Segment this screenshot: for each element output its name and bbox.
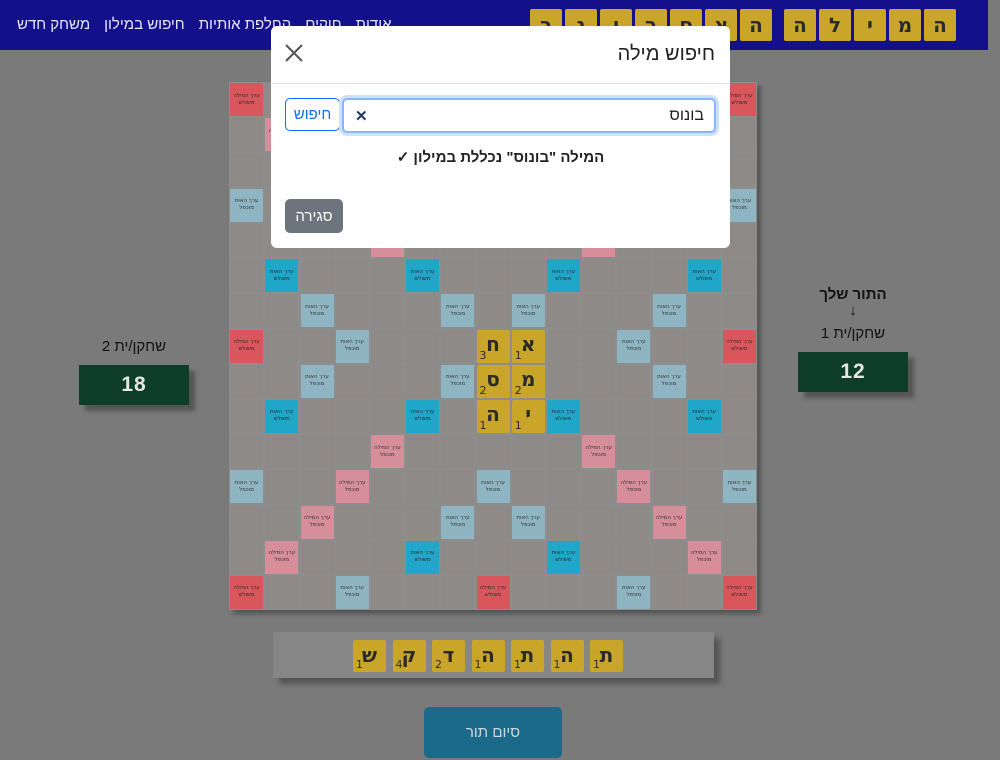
search-result: המילה "בונוס" נכללת במילון ✓ <box>396 149 605 166</box>
modal-header: חיפוש מילה <box>271 26 730 84</box>
modal-title: חיפוש מילה <box>617 43 715 65</box>
clear-input-icon[interactable]: ✕ <box>355 107 368 125</box>
close-icon[interactable] <box>283 42 305 64</box>
close-button[interactable]: סגירה <box>285 199 343 233</box>
search-button[interactable]: חיפוש <box>285 98 340 131</box>
word-search-modal: חיפוש מילה חיפוש ✕ המילה "בונוס" נכללת ב… <box>271 26 730 248</box>
word-search-input[interactable] <box>342 98 716 133</box>
